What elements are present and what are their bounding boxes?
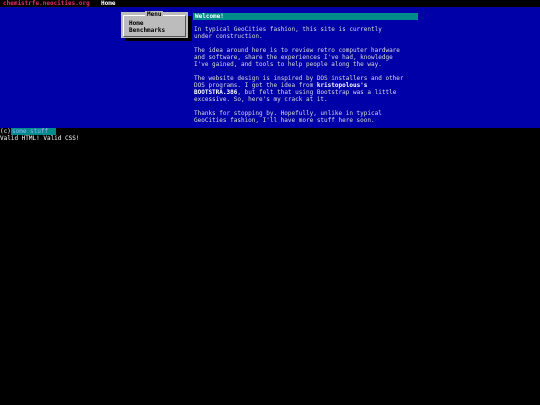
kristopolous-link[interactable]: kristopolous's: [317, 82, 368, 89]
menu-window: Menu Home Benchmarks: [121, 11, 188, 38]
paragraph-idea: The idea around here is to review retro …: [194, 47, 400, 68]
bootstra-link[interactable]: BOOTSTRA.386: [194, 89, 237, 96]
paragraph-intro: In typical GeoCities fashion, this site …: [194, 26, 382, 40]
site-title[interactable]: chemistrfe.neocities.org: [3, 0, 90, 7]
author-badge[interactable]: some stuff: [11, 128, 56, 135]
welcome-title-bar: Welcome!: [193, 13, 418, 20]
paragraph-thanks: Thanks for stopping by. Hopefully, unlik…: [194, 110, 382, 124]
design-text-a: The website design is inspired by DOS in…: [194, 75, 404, 89]
top-bar: chemistrfe.neocities.org Home: [0, 0, 540, 7]
menu-item-benchmarks[interactable]: Benchmarks: [129, 27, 165, 34]
menu-item-home[interactable]: Home: [129, 20, 143, 27]
welcome-content: In typical GeoCities fashion, this site …: [194, 26, 426, 131]
paragraph-design: The website design is inspired by DOS in…: [194, 75, 426, 103]
current-page-label[interactable]: Home: [101, 0, 115, 7]
validity-links[interactable]: Valid HTML! Valid CSS!: [0, 135, 79, 142]
welcome-heading: Welcome!: [195, 13, 224, 20]
author-name[interactable]: some stuff: [12, 128, 48, 135]
menu-title: Menu: [145, 11, 164, 18]
copyright-mark: (c): [0, 128, 11, 135]
